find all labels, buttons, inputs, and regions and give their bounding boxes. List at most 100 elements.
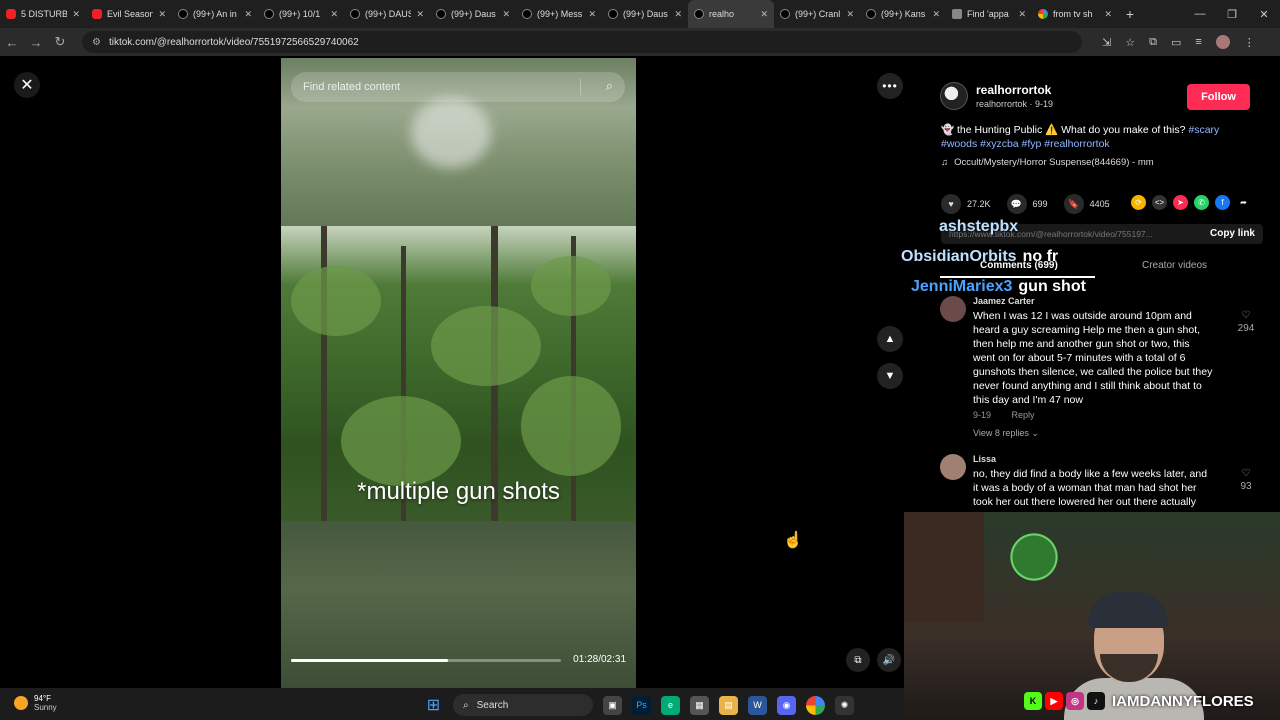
saves-count: 4405 bbox=[1089, 199, 1110, 209]
commenter-avatar[interactable] bbox=[940, 296, 966, 322]
restore-icon[interactable]: ❐ bbox=[1216, 8, 1248, 21]
view-replies-button[interactable]: View 8 replies ⌄ bbox=[973, 428, 1039, 439]
extensions-icon[interactable]: ⧉ bbox=[1149, 36, 1157, 49]
browser-tab[interactable]: Find 'appa ✕ bbox=[946, 0, 1032, 28]
browser-tab[interactable]: (99+) Mess ✕ bbox=[516, 0, 602, 28]
browser-tab[interactable]: (99+) An in ✕ bbox=[172, 0, 258, 28]
windows-start-icon[interactable]: ⊞ bbox=[424, 696, 443, 715]
close-window-icon[interactable]: ✕ bbox=[1248, 8, 1280, 21]
close-tab-icon[interactable]: ✕ bbox=[502, 9, 510, 20]
video-player[interactable]: *multiple gun shots Find related content… bbox=[281, 58, 636, 688]
chrome-icon[interactable] bbox=[806, 695, 825, 715]
close-tab-icon[interactable]: ✕ bbox=[588, 9, 596, 20]
close-tab-icon[interactable]: ✕ bbox=[674, 9, 682, 20]
video-progress-bar[interactable] bbox=[291, 659, 561, 662]
close-tab-icon[interactable]: ✕ bbox=[846, 9, 854, 20]
browser-tab[interactable]: (99+) 10/1 ✕ bbox=[258, 0, 344, 28]
volume-button[interactable]: 🔊 bbox=[877, 648, 901, 672]
app-icon[interactable]: ✺ bbox=[835, 695, 854, 715]
commenter-name[interactable]: Jaamez Carter bbox=[973, 296, 1035, 306]
author-avatar[interactable] bbox=[940, 82, 968, 110]
close-tab-icon[interactable]: ✕ bbox=[72, 9, 80, 20]
store-icon[interactable]: ▦ bbox=[690, 695, 709, 715]
close-tab-icon[interactable]: ✕ bbox=[330, 9, 338, 20]
commenter-name[interactable]: Lissa bbox=[973, 454, 996, 464]
new-tab-button[interactable]: + bbox=[1118, 6, 1142, 22]
likes-count: 27.2K bbox=[967, 199, 991, 209]
close-tab-icon[interactable]: ✕ bbox=[158, 9, 166, 20]
taskbar-search[interactable]: ⌕ Search bbox=[453, 694, 593, 716]
repost-icon[interactable]: ⟳ bbox=[1131, 195, 1146, 210]
close-tab-icon[interactable]: ✕ bbox=[244, 9, 252, 20]
bookmark-star-icon[interactable]: ☆ bbox=[1125, 36, 1135, 49]
reload-icon[interactable]: ↻ bbox=[48, 34, 72, 50]
browser-tab[interactable]: 5 DISTURB ✕ bbox=[0, 0, 86, 28]
photoshop-icon[interactable]: Ps bbox=[632, 695, 651, 715]
minimize-icon[interactable]: — bbox=[1184, 8, 1216, 20]
browser-tab[interactable]: from tv sh ✕ bbox=[1032, 0, 1118, 28]
reply-button[interactable]: Reply bbox=[1012, 410, 1035, 420]
comment-icon[interactable]: 💬 bbox=[1006, 194, 1027, 214]
site-info-icon[interactable]: ⚙ bbox=[92, 37, 101, 48]
search-icon: ⌕ bbox=[463, 699, 469, 711]
floating-player-button[interactable]: ⧉ bbox=[846, 648, 870, 672]
weather-widget[interactable]: 94°F Sunny bbox=[14, 694, 57, 712]
task-view-icon[interactable]: ▣ bbox=[603, 695, 622, 715]
browser-tab[interactable]: (99+) DAUS ✕ bbox=[344, 0, 430, 28]
chat-username: JenniMariex3 bbox=[911, 278, 1013, 295]
browser-tab[interactable]: realho ✕ bbox=[688, 0, 774, 28]
chat-username: ObsidianOrbits bbox=[901, 248, 1017, 265]
browser-tab[interactable]: (99+) Daus ✕ bbox=[430, 0, 516, 28]
edge-icon[interactable]: e bbox=[661, 695, 680, 715]
commenter-avatar[interactable] bbox=[940, 454, 966, 480]
discord-icon[interactable]: ◉ bbox=[777, 695, 796, 715]
tab-title: (99+) Cranl bbox=[795, 9, 841, 19]
word-icon[interactable]: W bbox=[748, 695, 767, 715]
related-search-input[interactable]: Find related content ⌕ bbox=[291, 72, 625, 102]
menu-lines-icon[interactable]: ≡ bbox=[1195, 36, 1201, 48]
whatsapp-icon[interactable]: ✆ bbox=[1194, 195, 1209, 210]
music-line[interactable]: ♫ Occult/Mystery/Horror Suspense(844669)… bbox=[941, 157, 1154, 168]
close-tab-icon[interactable]: ✕ bbox=[416, 9, 424, 20]
tiktok-icon bbox=[694, 9, 704, 19]
follow-button[interactable]: Follow bbox=[1187, 84, 1250, 110]
file-explorer-icon[interactable]: ▤ bbox=[719, 695, 738, 715]
webcam-overlay: K ▶ ◎ ♪ IAMDANNYFLORES bbox=[904, 512, 1280, 720]
forward-icon[interactable]: → bbox=[24, 35, 48, 50]
close-video-button[interactable]: ✕ bbox=[14, 72, 40, 98]
back-icon[interactable]: ← bbox=[0, 35, 24, 50]
next-video-button[interactable]: ▼ bbox=[877, 363, 903, 389]
share-arrow-icon[interactable]: ➦ bbox=[1236, 195, 1251, 210]
send-icon[interactable]: ➤ bbox=[1173, 195, 1188, 210]
search-icon[interactable]: ⌕ bbox=[606, 78, 613, 94]
tiktok-icon bbox=[436, 9, 446, 19]
previous-video-button[interactable]: ▲ bbox=[877, 326, 903, 352]
more-options-button[interactable]: ••• bbox=[877, 73, 903, 99]
tab-title: realho bbox=[709, 9, 735, 19]
close-tab-icon[interactable]: ✕ bbox=[1018, 9, 1026, 20]
heart-icon[interactable]: ♥ bbox=[941, 194, 961, 214]
profile-avatar[interactable] bbox=[1215, 35, 1230, 49]
close-tab-icon[interactable]: ✕ bbox=[1104, 9, 1112, 20]
embed-icon[interactable]: <> bbox=[1152, 195, 1167, 210]
tab-creator-videos[interactable]: Creator videos bbox=[1142, 260, 1207, 271]
close-tab-icon[interactable]: ✕ bbox=[932, 9, 940, 20]
comment-like-button[interactable]: ♡ 294 bbox=[1236, 310, 1256, 334]
sidebar-icon[interactable]: ▭ bbox=[1171, 36, 1181, 49]
tiktok-icon bbox=[780, 9, 790, 19]
bookmark-icon[interactable]: 🔖 bbox=[1063, 194, 1084, 214]
close-tab-icon[interactable]: ✕ bbox=[760, 9, 768, 20]
facebook-icon[interactable]: f bbox=[1215, 195, 1230, 210]
comment-like-button[interactable]: ♡ 93 bbox=[1236, 468, 1256, 492]
browser-tab[interactable]: (99+) Daus ✕ bbox=[602, 0, 688, 28]
browser-tab[interactable]: Evil Season ✕ bbox=[86, 0, 172, 28]
copy-link-button[interactable]: Copy link bbox=[1210, 228, 1255, 239]
weather-condition: Sunny bbox=[34, 703, 57, 712]
author-handle[interactable]: realhorrortok bbox=[976, 83, 1053, 97]
browser-tab[interactable]: (99+) Kans ✕ bbox=[860, 0, 946, 28]
install-icon[interactable]: ⇲ bbox=[1102, 36, 1111, 49]
browser-tab[interactable]: (99+) Cranl ✕ bbox=[774, 0, 860, 28]
author-block[interactable]: realhorrortok realhorrortok · 9-19 bbox=[940, 82, 1053, 110]
kebab-menu-icon[interactable]: ⋮ bbox=[1244, 36, 1255, 49]
url-field[interactable]: ⚙ tiktok.com/@realhorrortok/video/755197… bbox=[82, 31, 1082, 53]
